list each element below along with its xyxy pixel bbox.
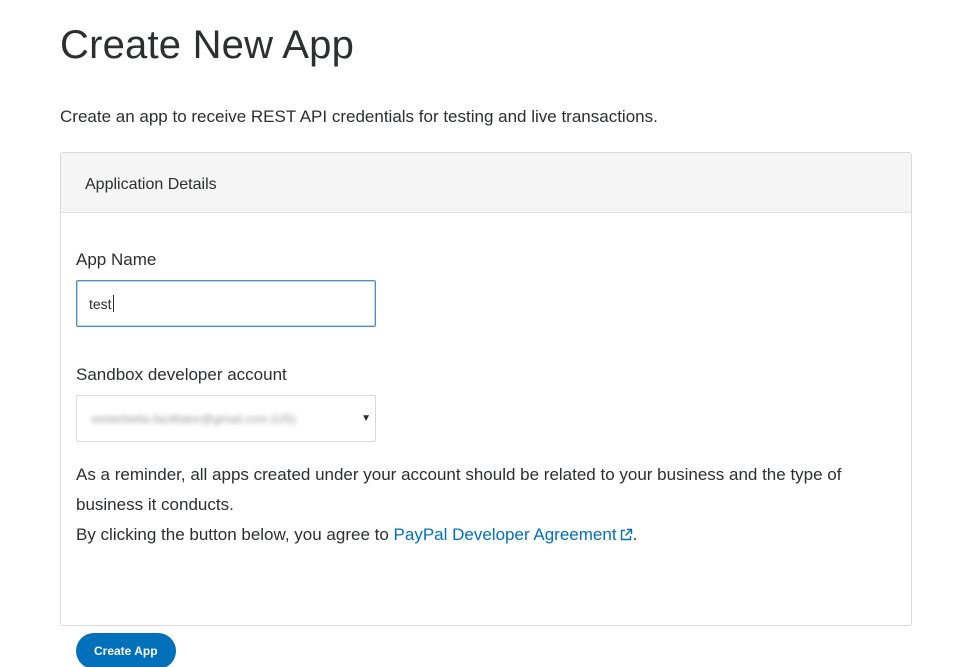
text-caret bbox=[112, 295, 114, 312]
page: Create New App Create an app to receive … bbox=[0, 0, 967, 667]
sandbox-account-value: vesterbella-facilitator@gmail.com (US) bbox=[91, 411, 296, 426]
application-details-panel: Application Details App Name test Sandbo… bbox=[60, 152, 912, 667]
sandbox-account-label: Sandbox developer account bbox=[76, 365, 287, 384]
developer-agreement-link[interactable]: PayPal Developer Agreement bbox=[394, 525, 633, 544]
agreement-line: By clicking the button below, you agree … bbox=[76, 520, 896, 552]
agreement-prefix: By clicking the button below, you agree … bbox=[76, 525, 394, 544]
sandbox-account-select[interactable]: vesterbella-facilitator@gmail.com (US) ▼ bbox=[76, 395, 376, 442]
panel-header: Application Details bbox=[61, 153, 911, 213]
external-link-icon bbox=[619, 522, 633, 552]
app-name-label: App Name bbox=[76, 250, 157, 269]
create-app-button[interactable]: Create App bbox=[76, 633, 176, 667]
page-title: Create New App bbox=[60, 23, 355, 67]
page-subtitle: Create an app to receive REST API creden… bbox=[60, 107, 658, 126]
developer-agreement-link-label: PayPal Developer Agreement bbox=[393, 525, 617, 544]
app-name-value: test bbox=[89, 295, 112, 312]
agreement-suffix: . bbox=[632, 525, 638, 544]
reminder-text-block: As a reminder, all apps created under yo… bbox=[76, 460, 896, 552]
caret-down-icon: ▼ bbox=[361, 413, 371, 424]
reminder-text: As a reminder, all apps created under yo… bbox=[76, 465, 842, 514]
app-name-input[interactable]: test bbox=[76, 280, 376, 327]
